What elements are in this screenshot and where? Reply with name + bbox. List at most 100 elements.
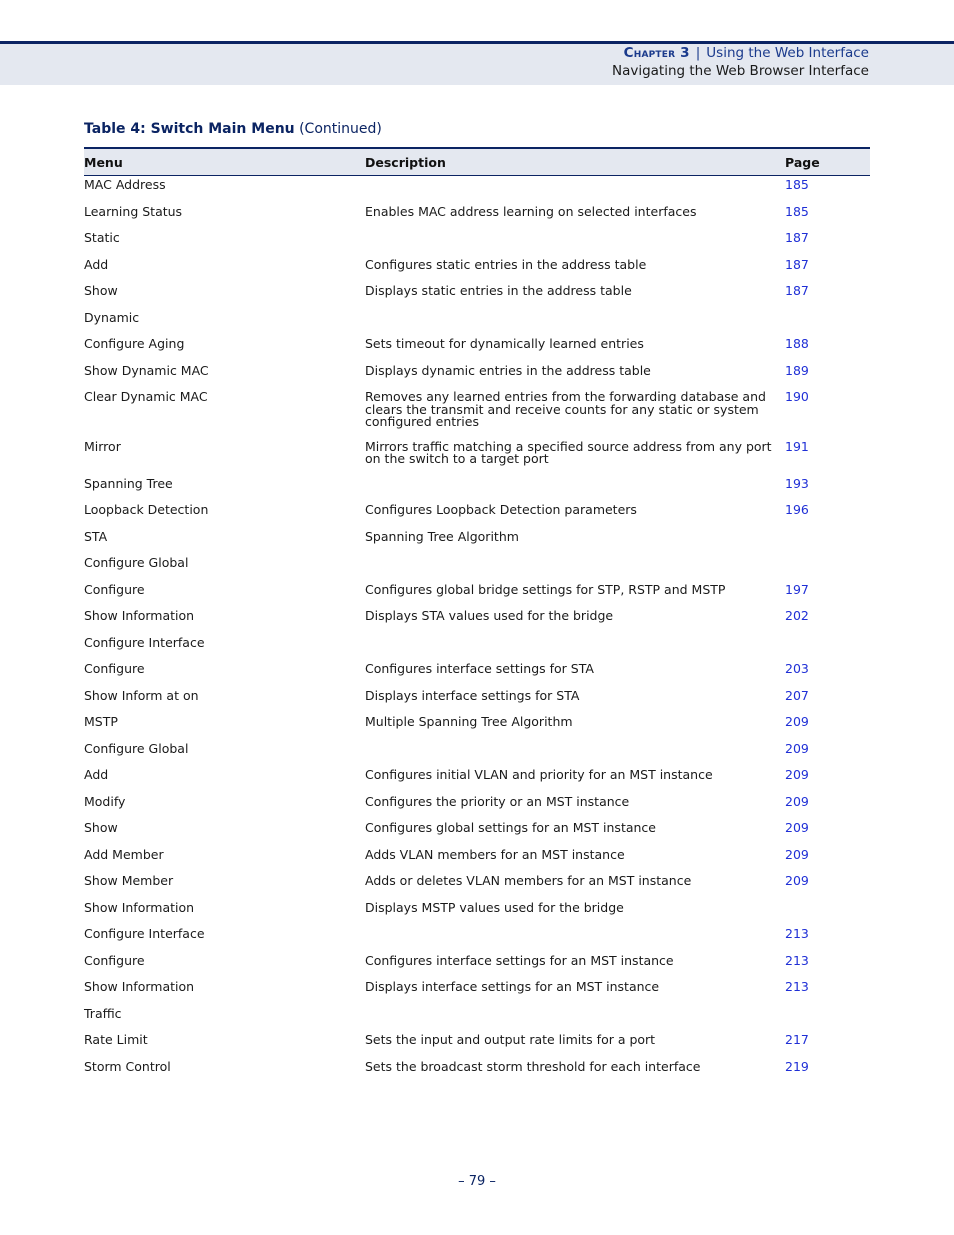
page-reference-link[interactable]: 209 [785,766,870,793]
page-reference-link [785,309,870,336]
menu-item-name: Show Information [84,608,195,623]
menu-item-name: Show [84,283,118,298]
table-row: Show Member Adds or deletes VLAN members … [84,872,870,899]
page-reference-link[interactable]: 187 [785,282,870,309]
page-reference-link [785,899,870,926]
menu-item-description: Adds or deletes VLAN members for an MST … [365,873,692,888]
menu-item-name: MSTP [84,714,118,729]
page-reference-link[interactable]: 190 [785,388,870,438]
page-reference-link[interactable]: 196 [785,501,870,528]
page-reference-link[interactable]: 213 [785,978,870,1005]
menu-item-description: Configures global settings for an MST in… [365,820,656,835]
page-reference-link[interactable]: 213 [785,925,870,952]
table-row: Add Configures static entries in the addr… [84,256,870,283]
page-reference-link[interactable]: 203 [785,660,870,687]
section-title: Navigating the Web Browser Interface [611,63,869,79]
page-reference-link[interactable]: 185 [785,176,870,203]
table-row: Configure Global 209 [84,740,870,767]
table-row: Dynamic [84,309,870,336]
menu-item-description: Enables MAC address learning on selected… [365,203,697,219]
page-reference-link[interactable]: 219 [785,1058,870,1085]
menu-item-description [365,229,785,256]
menu-item-description: Spanning Tree Algorithm [365,528,519,544]
running-header: Chapter 3 | Using the Web Interface Naviga… [612,44,869,80]
column-header-page: Page [785,147,870,176]
table-row: Add Configures initial VLAN and priority … [84,766,870,793]
table-row: Traffic [84,1005,870,1032]
menu-item-name: Show Member [84,873,174,888]
menu-item-name: MAC Address [84,177,166,192]
table-row: Configure Global [84,554,870,581]
page-reference-link[interactable]: 209 [785,846,870,873]
page-reference-link[interactable]: 209 [785,740,870,767]
switch-main-menu-table: Menu Description Page MAC Address 185 Lear… [84,147,870,1084]
menu-item-description [365,475,785,502]
table-row: Configure Configures interface settings f… [84,660,870,687]
page-reference-link [785,554,870,581]
page-reference-link[interactable]: 217 [785,1031,870,1058]
table-row: Configure Interface 213 [84,925,870,952]
table-row: Show Information Displays interface setti… [84,978,870,1005]
page-reference-link[interactable]: 207 [785,687,870,714]
header-separator: | [695,45,701,61]
page-reference-link[interactable]: 209 [785,872,870,899]
page-reference-link[interactable]: 189 [785,362,870,389]
table-row: Configure Aging Sets timeout for dynamica… [84,335,870,362]
table-row: Show Configures global settings for an MS… [84,819,870,846]
table-row: Learning Status Enables MAC address learn… [84,203,870,230]
menu-item-name: Show Dynamic MAC [84,362,209,378]
table-row: MAC Address 185 [84,176,870,203]
menu-item-name: Clear Dynamic MAC [84,389,208,404]
column-header-menu: Menu [84,147,365,176]
table-caption-suffix: (Continued) [299,121,382,137]
page-reference-link[interactable]: 209 [785,713,870,740]
menu-item-name: Traffic [84,1005,122,1021]
menu-item-description: Displays interface settings for an MST i… [365,979,660,994]
menu-item-description: Sets the input and output rate limits fo… [365,1032,656,1047]
menu-item-description [365,925,785,952]
menu-item-name: Mirror [84,438,121,454]
menu-item-name: Storm Control [84,1058,171,1074]
page-reference-link[interactable]: 209 [785,819,870,846]
menu-item-name: Modify [84,793,126,809]
menu-item-name: Configure Global [84,555,189,570]
table-row: Spanning Tree 193 [84,475,870,502]
page-reference-link[interactable]: 209 [785,793,870,820]
table-row: Show Dynamic MAC Displays dynamic entries… [84,362,870,389]
page-reference-link[interactable]: 213 [785,952,870,979]
menu-item-name: Spanning Tree [84,475,173,491]
menu-item-name: Add [84,767,109,782]
table-row: Show Inform at on Displays interface sett… [84,687,870,714]
table-row: MSTP Multiple Spanning Tree Algorithm 209 [84,713,870,740]
page-reference-link[interactable]: 187 [785,256,870,283]
table-row: Rate Limit Sets the input and output rate… [84,1031,870,1058]
page-reference-link[interactable]: 191 [785,438,870,475]
table-row: Add Member Adds VLAN members for an MST i… [84,846,870,873]
page-reference-link[interactable]: 185 [785,203,870,230]
table-row: STA Spanning Tree Algorithm [84,528,870,555]
menu-item-description: Multiple Spanning Tree Algorithm [365,714,573,729]
table-row: Configure Configures interface settings f… [84,952,870,979]
page-reference-link[interactable]: 193 [785,475,870,502]
menu-item-description: Configures interface settings for STA [365,661,594,676]
page-reference-link [785,528,870,555]
menu-item-name: STA [84,528,108,544]
page-reference-link[interactable]: 202 [785,607,870,634]
menu-item-name: Add [84,256,109,272]
table-row: Modify Configures the priority or an MST … [84,793,870,820]
menu-item-name: Configure Global [84,740,189,756]
menu-item-name: Show Inform at on [84,687,199,703]
menu-item-name: Configure [84,661,145,676]
table-row: Loopback Detection Configures Loopback De… [84,501,870,528]
menu-item-description [365,740,785,767]
page-reference-link[interactable]: 187 [785,229,870,256]
page-reference-link[interactable]: 188 [785,335,870,362]
menu-item-description: Displays STA values used for the bridge [365,608,614,623]
menu-item-description: Configures Loopback Detection parameters [365,502,637,517]
page-reference-link[interactable]: 197 [785,581,870,608]
menu-item-name: Static [84,230,120,245]
menu-item-description: Displays static entries in the address t… [365,283,632,298]
chapter-title: Using the Web Interface [706,45,869,61]
page-reference-link [785,1005,870,1032]
menu-item-description [365,309,785,336]
